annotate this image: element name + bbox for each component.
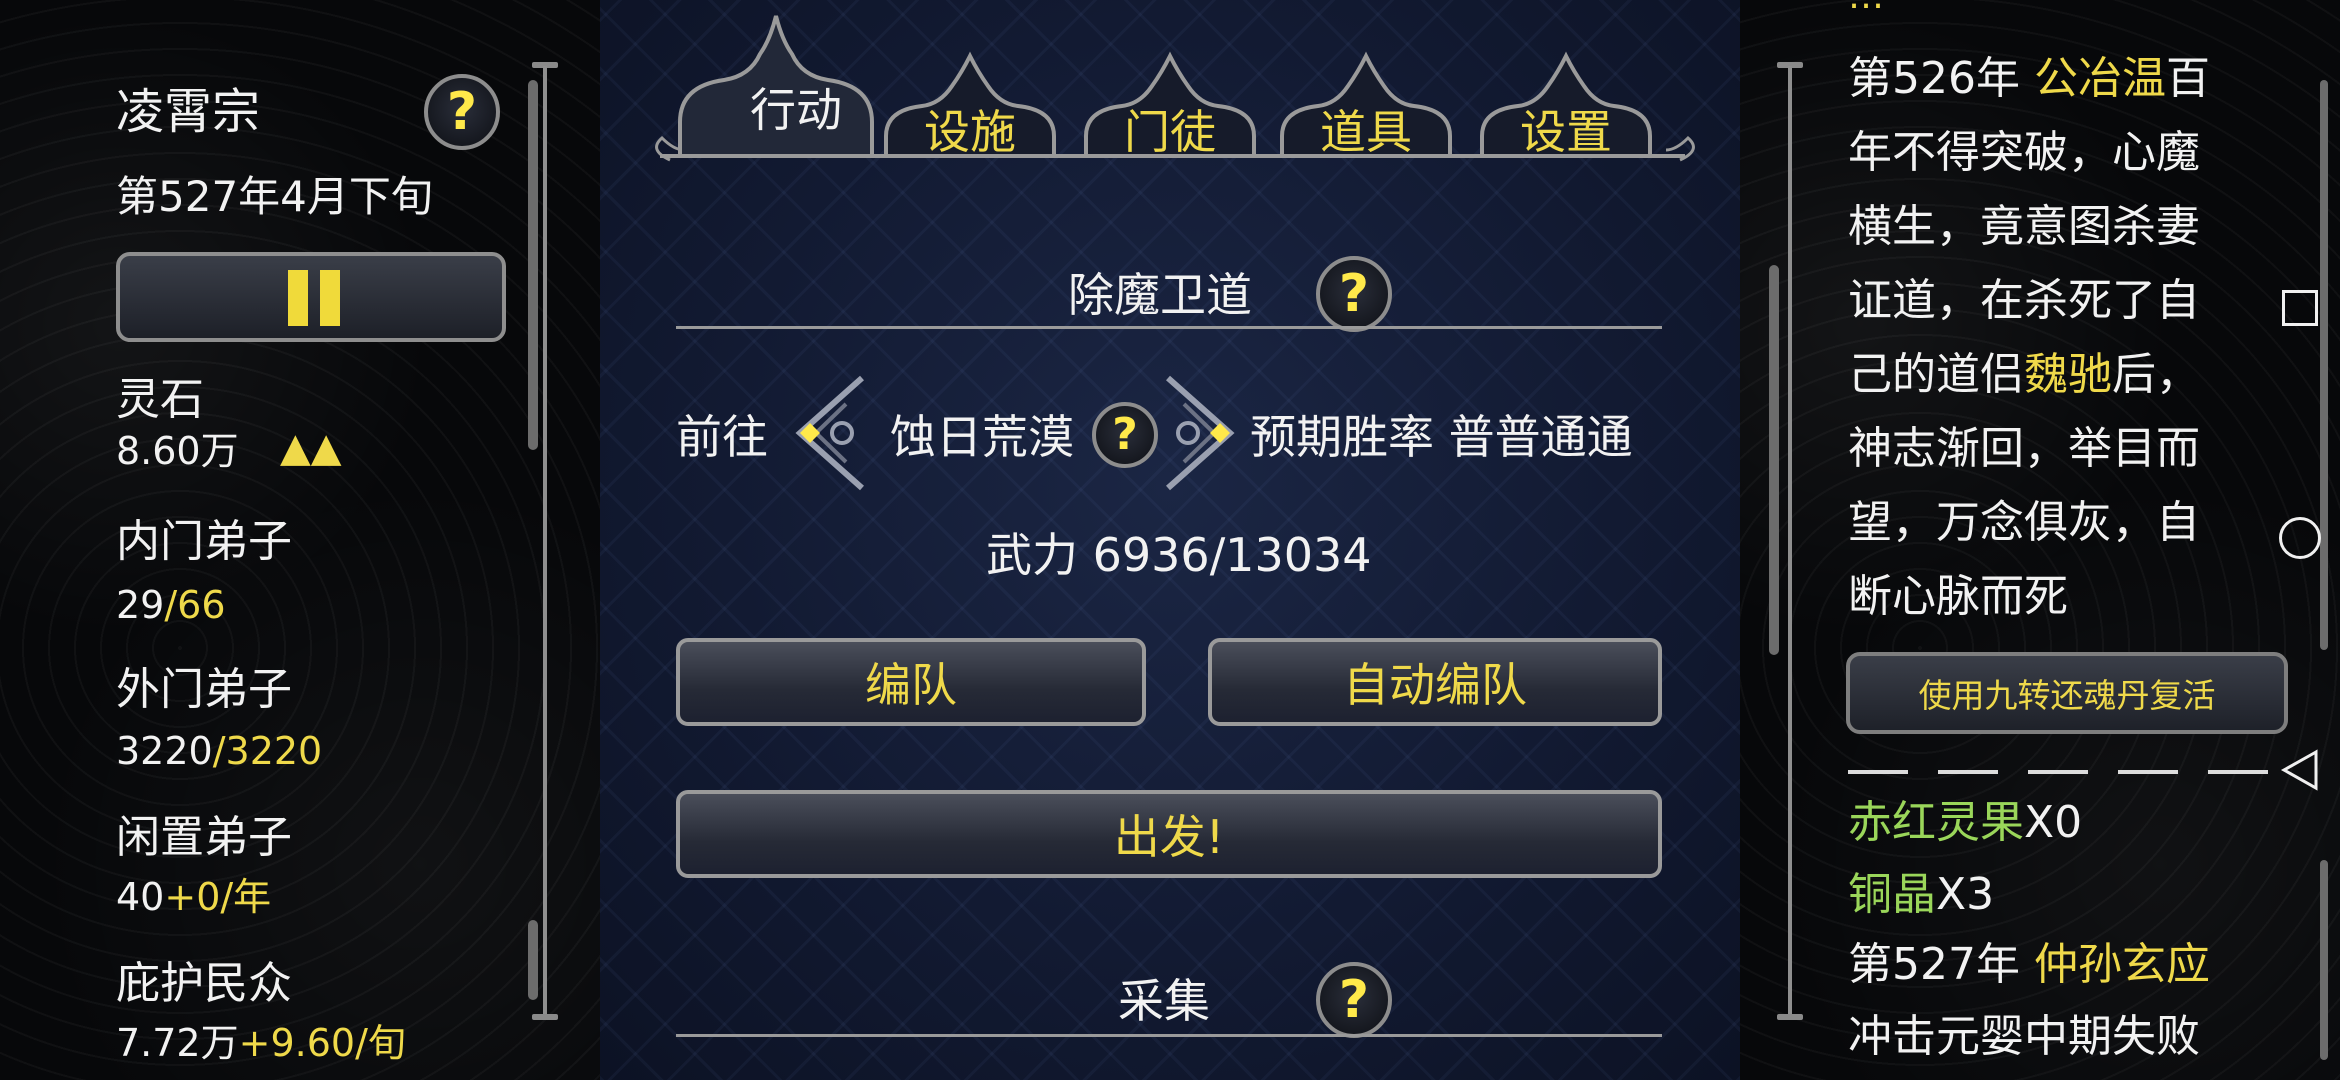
revive-with-pill-button[interactable]: 使用九转还魂丹复活 <box>1846 652 2288 734</box>
depart-button[interactable]: 出发! <box>676 790 1662 878</box>
expected-win-rate: 预期胜率 普普通通 <box>1250 410 1633 464</box>
idle-disciples-value: 40+0/年 <box>116 875 272 919</box>
log-event: 第527年 仲孙玄应 <box>1848 939 2210 990</box>
outer-disciples-value: 3220/3220 <box>116 729 323 773</box>
protected-people-value: 7.72万+9.60/旬 <box>116 1021 406 1065</box>
gather-help-button[interactable]: ? <box>1316 962 1392 1038</box>
log-event-detail: 冲击元婴中期失败 <box>1848 1011 2200 1062</box>
tab-items[interactable]: 道具 <box>1282 96 1450 166</box>
idle-disciples-label: 闲置弟子 <box>116 812 292 863</box>
tab-settings-label: 设置 <box>1520 105 1612 159</box>
tab-settings[interactable]: 设置 <box>1482 96 1650 166</box>
log-line: 证道，在杀死了自 <box>1848 275 2200 326</box>
tab-disciples-label: 门徒 <box>1124 105 1216 159</box>
log-line: 年不得突破，心魔 <box>1848 127 2200 178</box>
right-divider <box>1788 66 1792 1016</box>
spirit-stone-label: 灵石 <box>116 374 204 425</box>
question-icon: ? <box>446 82 478 142</box>
inner-disciples-label: 内门弟子 <box>116 516 292 567</box>
sect-help-button[interactable]: ? <box>424 74 500 150</box>
recent-apps-icon[interactable] <box>2278 286 2322 330</box>
pause-icon <box>288 270 308 326</box>
item-entry: 赤红灵果X0 <box>1848 797 2083 848</box>
section-title-gather: 采集 <box>1118 974 1210 1028</box>
center-scrollbar[interactable] <box>1769 265 1779 655</box>
pause-icon-bar <box>320 270 340 326</box>
auto-formation-button-label: 自动编队 <box>1343 658 1527 712</box>
log-line: 第526年 公冶温百 <box>1848 53 2210 104</box>
gather-section-divider <box>676 1034 1662 1037</box>
inner-disciples-value: 29/66 <box>116 583 226 627</box>
trend-up-icon: ▲▲ <box>280 425 342 471</box>
left-scrollbar-lower[interactable] <box>528 920 538 1000</box>
item-entry: 铜晶X3 <box>1848 869 1995 920</box>
game-date: 第527年4月下旬 <box>116 172 433 221</box>
question-icon: ? <box>1338 970 1370 1030</box>
log-cutoff-text: … <box>1848 0 1884 21</box>
section-divider <box>676 326 1662 329</box>
left-divider <box>543 66 547 1016</box>
sect-name: 凌霄宗 <box>116 84 261 140</box>
log-line: 断心脉而死 <box>1848 571 2068 622</box>
spirit-stone-value: 8.60万 <box>116 429 239 473</box>
tab-disciples[interactable]: 门徒 <box>1086 96 1254 166</box>
log-line: 己的道侣魏驰后， <box>1848 349 2200 400</box>
log-scrollbar[interactable] <box>2320 80 2328 650</box>
tab-facilities[interactable]: 设施 <box>886 96 1054 166</box>
back-icon[interactable] <box>2278 748 2322 792</box>
log-line: 横生，竟意图杀妻 <box>1848 201 2200 252</box>
right-divider-cap-bottom <box>1777 1014 1803 1020</box>
formation-button[interactable]: 编队 <box>676 638 1146 726</box>
left-panel-background <box>0 0 600 1080</box>
tab-facilities-label: 设施 <box>924 105 1016 159</box>
next-destination-arrow-icon[interactable] <box>1160 374 1240 492</box>
question-icon: ? <box>1338 264 1370 324</box>
protected-people-label: 庇护民众 <box>116 958 292 1009</box>
log-separator <box>1848 770 2288 774</box>
log-scrollbar-lower[interactable] <box>2320 860 2328 1060</box>
auto-formation-button[interactable]: 自动编队 <box>1208 638 1662 726</box>
left-divider-cap-bottom <box>532 1014 558 1020</box>
left-scrollbar[interactable] <box>528 80 538 450</box>
depart-button-label: 出发! <box>1113 810 1225 864</box>
tab-action-label: 行动 <box>750 83 842 137</box>
prev-destination-arrow-icon[interactable] <box>790 374 870 492</box>
revive-button-label: 使用九转还魂丹复活 <box>1918 676 2216 715</box>
outer-disciples-label: 外门弟子 <box>116 664 292 715</box>
demon-slaying-help-button[interactable]: ? <box>1316 256 1392 332</box>
log-line: 望，万念俱灰，自 <box>1848 497 2200 548</box>
tab-action[interactable]: 行动 <box>680 74 912 144</box>
combat-power: 武力 6936/13034 <box>986 528 1372 582</box>
destination-name: 蚀日荒漠 <box>890 410 1074 464</box>
section-title-demon-slaying: 除魔卫道 <box>1068 268 1252 322</box>
formation-button-label: 编队 <box>865 658 957 712</box>
destination-help-button[interactable]: ? <box>1092 402 1158 468</box>
goto-label: 前往 <box>676 410 768 464</box>
tab-items-label: 道具 <box>1320 105 1412 159</box>
pause-button[interactable] <box>116 252 506 342</box>
log-line: 神志渐回，举目而 <box>1848 423 2200 474</box>
question-icon: ? <box>1112 409 1138 460</box>
home-icon[interactable] <box>2278 516 2322 560</box>
